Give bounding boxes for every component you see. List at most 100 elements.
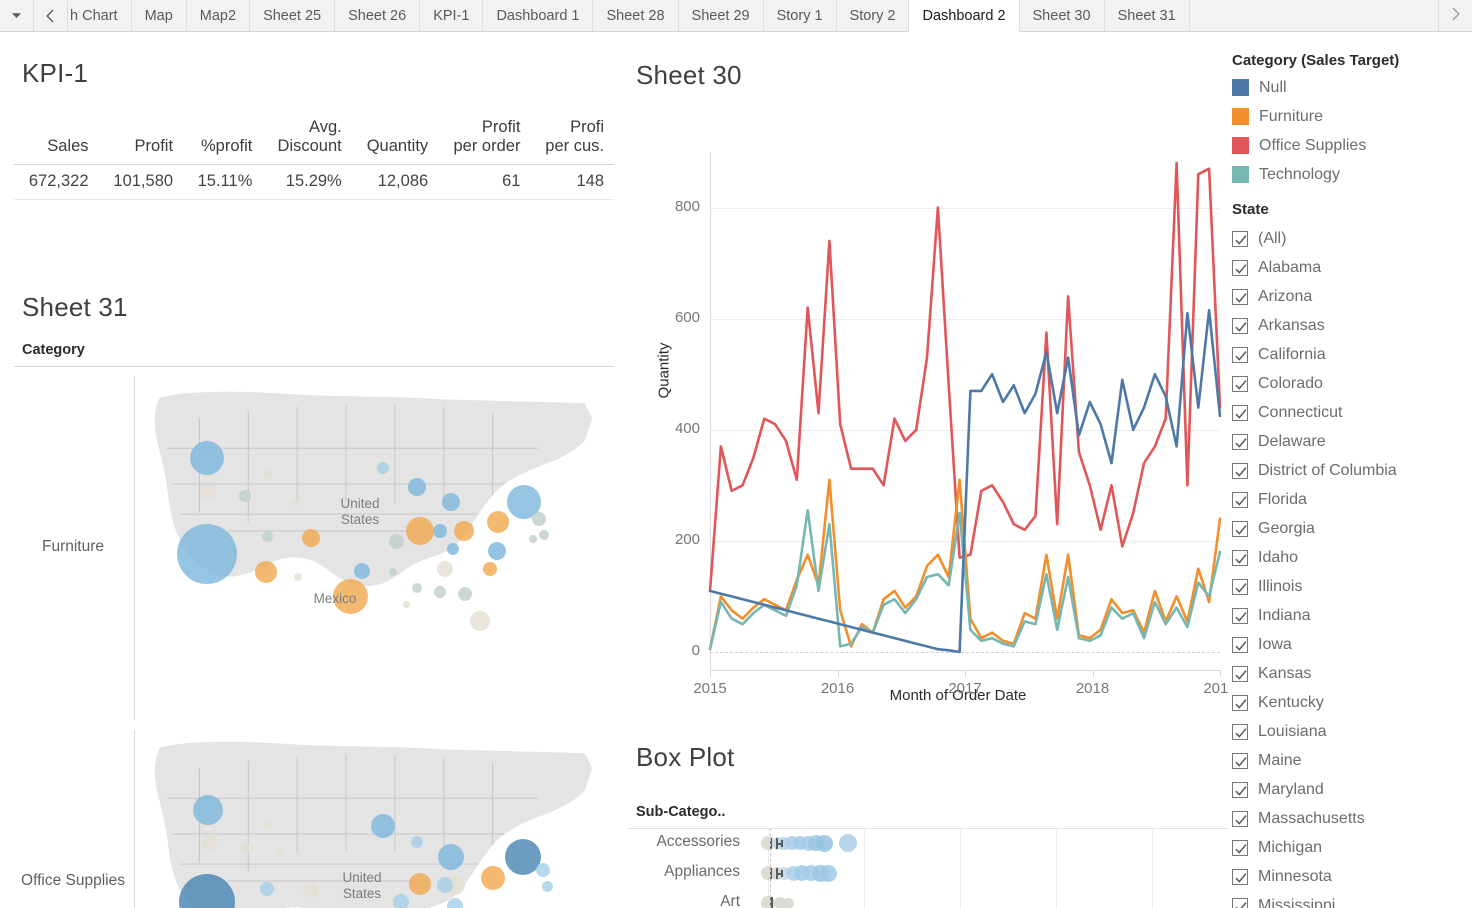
map-symbol-mark[interactable] xyxy=(294,573,302,581)
map-symbol-mark[interactable] xyxy=(402,600,410,608)
boxplot-plot-area[interactable]: Accessories Appliances Art xyxy=(628,732,1228,908)
map-symbol-mark[interactable] xyxy=(260,882,274,896)
checkbox-checked-icon[interactable] xyxy=(1232,520,1248,537)
worksheet-tab[interactable]: h Chart xyxy=(68,0,132,31)
map-symbol-mark[interactable] xyxy=(434,586,446,598)
state-filter-item[interactable]: Georgia xyxy=(1232,514,1472,543)
map-symbol-mark[interactable] xyxy=(483,562,497,576)
map-symbol-mark[interactable] xyxy=(408,478,426,496)
state-filter-item[interactable]: Arizona xyxy=(1232,282,1472,311)
map-symbol-mark[interactable] xyxy=(255,561,277,583)
map-symbol-mark[interactable] xyxy=(529,535,537,543)
checkbox-checked-icon[interactable] xyxy=(1232,346,1248,363)
tab-scroll-next-button[interactable] xyxy=(1438,0,1472,31)
map-symbol-mark[interactable] xyxy=(201,835,217,851)
map-symbol-mark[interactable] xyxy=(442,493,460,511)
checkbox-checked-icon[interactable] xyxy=(1232,607,1248,624)
map-symbol-mark[interactable] xyxy=(193,795,223,825)
map-symbol-mark[interactable] xyxy=(411,836,423,848)
boxplot-data-point[interactable] xyxy=(815,834,833,852)
state-filter-item[interactable]: Illinois xyxy=(1232,572,1472,601)
state-filter-item[interactable]: Minnesota xyxy=(1232,862,1472,891)
worksheet-tab[interactable]: Story 1 xyxy=(763,0,837,31)
state-filter-item[interactable]: Michigan xyxy=(1232,833,1472,862)
checkbox-checked-icon[interactable] xyxy=(1232,694,1248,711)
map-symbol-mark[interactable] xyxy=(200,484,216,500)
worksheet-tab[interactable]: Sheet 30 xyxy=(1019,0,1105,31)
legend-item[interactable]: Null xyxy=(1232,73,1472,102)
map-symbol-mark[interactable] xyxy=(240,843,250,853)
worksheet-tab[interactable]: Map2 xyxy=(186,0,251,31)
state-filter-item[interactable]: District of Columbia xyxy=(1232,456,1472,485)
map-symbol-mark[interactable] xyxy=(264,821,272,829)
checkbox-checked-icon[interactable] xyxy=(1232,810,1248,827)
kpi-cell[interactable]: 672,322 xyxy=(14,164,99,200)
state-filter-item[interactable]: Maryland xyxy=(1232,775,1472,804)
worksheet-tab[interactable]: Dashboard 2 xyxy=(909,0,1020,32)
checkbox-checked-icon[interactable] xyxy=(1232,491,1248,508)
checkbox-checked-icon[interactable] xyxy=(1232,549,1248,566)
checkbox-checked-icon[interactable] xyxy=(1232,375,1248,392)
map-symbol-mark[interactable] xyxy=(437,877,453,893)
state-filter-item[interactable]: Delaware xyxy=(1232,427,1472,456)
boxplot-data-point[interactable] xyxy=(782,897,794,908)
map-symbol-mark[interactable] xyxy=(359,891,367,899)
map-symbol-mark[interactable] xyxy=(354,563,370,579)
state-filter-item[interactable]: Florida xyxy=(1232,485,1472,514)
map-canvas[interactable]: United States xyxy=(135,730,614,908)
state-filter-item[interactable]: Iowa xyxy=(1232,630,1472,659)
category-legend-list[interactable]: Null Furniture Office Supplies Technology xyxy=(1232,73,1472,189)
worksheet-tab-bar[interactable]: h Chart Map Map2 Sheet 25 Sheet 26 KPI-1 Dashb… xyxy=(0,0,1472,32)
kpi-cell[interactable]: 101,580 xyxy=(98,164,184,200)
checkbox-checked-icon[interactable] xyxy=(1232,578,1248,595)
worksheet-tab[interactable]: Sheet 31 xyxy=(1104,0,1190,31)
worksheet-tab[interactable]: Dashboard 1 xyxy=(483,0,594,31)
state-filter-item[interactable]: Idaho xyxy=(1232,543,1472,572)
legend-item[interactable]: Technology xyxy=(1232,160,1472,189)
kpi-table-row[interactable]: 672,322 101,580 15.11% 15.29% 12,086 61 148 xyxy=(14,164,614,200)
checkbox-checked-icon[interactable] xyxy=(1232,317,1248,334)
checkbox-checked-icon[interactable] xyxy=(1232,723,1248,740)
map-symbol-mark[interactable] xyxy=(371,814,395,838)
map-symbol-mark[interactable] xyxy=(393,894,409,908)
map-symbol-mark[interactable] xyxy=(412,583,422,593)
map-symbol-mark[interactable] xyxy=(409,873,431,895)
map-symbol-mark[interactable] xyxy=(291,498,299,506)
state-filter-list[interactable]: (All) Alabama Arizona Arkansas California Col… xyxy=(1232,224,1472,908)
checkbox-checked-icon[interactable] xyxy=(1232,433,1248,450)
state-filter-item[interactable]: California xyxy=(1232,340,1472,369)
map-symbol-mark[interactable] xyxy=(377,462,389,474)
map-symbol-mark[interactable] xyxy=(177,524,237,584)
state-filter-item[interactable]: Louisiana xyxy=(1232,717,1472,746)
state-filter-item[interactable]: (All) xyxy=(1232,224,1472,253)
kpi-cell[interactable]: 148 xyxy=(530,164,614,200)
map-canvas[interactable]: United States Mexico xyxy=(135,376,614,720)
line-chart-plot-area[interactable]: 0 200 400 600 800 2015 2016 2017 2018 2019 xyxy=(628,32,1237,697)
state-filter-item[interactable]: Indiana xyxy=(1232,601,1472,630)
map-symbol-mark[interactable] xyxy=(190,441,224,475)
state-filter-item[interactable]: Alabama xyxy=(1232,253,1472,282)
worksheet-tab[interactable]: Sheet 29 xyxy=(678,0,764,31)
legend-item[interactable]: Furniture xyxy=(1232,102,1472,131)
checkbox-checked-icon[interactable] xyxy=(1232,259,1248,276)
checkbox-checked-icon[interactable] xyxy=(1232,839,1248,856)
map-symbol-mark[interactable] xyxy=(536,863,550,877)
worksheet-tab[interactable]: Sheet 28 xyxy=(593,0,679,31)
map-symbol-mark[interactable] xyxy=(541,880,553,892)
line-series[interactable] xyxy=(708,308,1222,654)
map-symbol-mark[interactable] xyxy=(481,866,505,890)
checkbox-checked-icon[interactable] xyxy=(1232,288,1248,305)
kpi-cell[interactable]: 12,086 xyxy=(351,164,439,200)
checkbox-checked-icon[interactable] xyxy=(1232,665,1248,682)
state-filter-item[interactable]: Kansas xyxy=(1232,659,1472,688)
map-cell-office-supplies[interactable]: United States xyxy=(134,730,614,908)
boxplot-data-point[interactable] xyxy=(839,834,857,852)
worksheet-tab[interactable]: Sheet 26 xyxy=(335,0,421,31)
map-symbol-mark[interactable] xyxy=(332,578,368,614)
map-symbol-mark[interactable] xyxy=(539,530,549,540)
boxplot-data-point[interactable] xyxy=(819,864,837,882)
checkbox-checked-icon[interactable] xyxy=(1232,462,1248,479)
kpi-cell[interactable]: 61 xyxy=(438,164,531,200)
state-filter-item[interactable]: Kentucky xyxy=(1232,688,1472,717)
map-symbol-mark[interactable] xyxy=(487,511,509,533)
